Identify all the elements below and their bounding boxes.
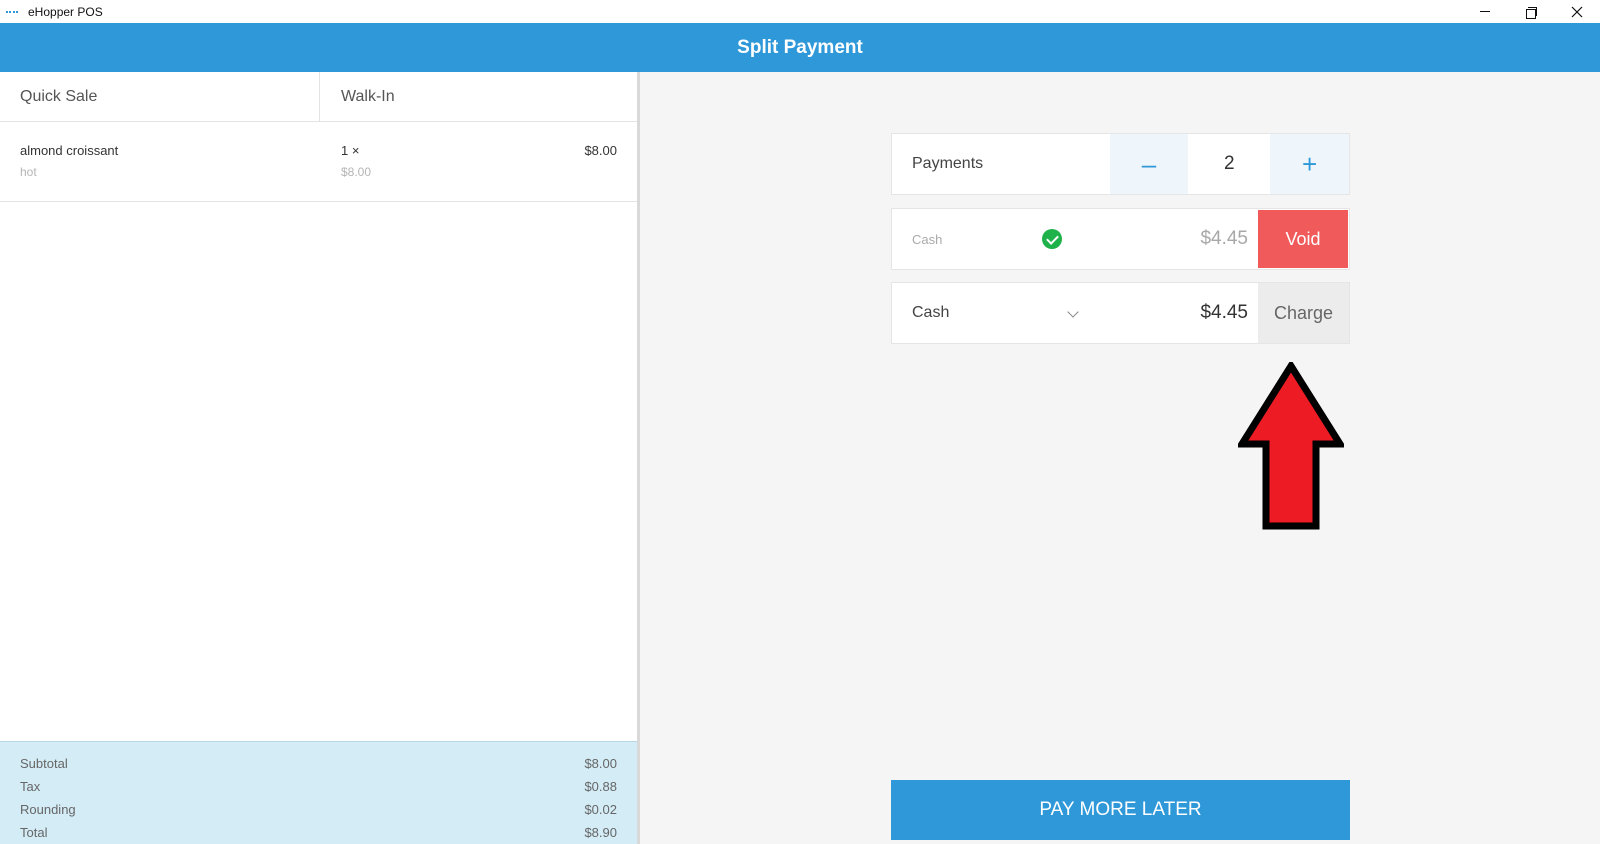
rounding-row: Rounding $0.02 [20,802,617,825]
close-button[interactable] [1554,0,1600,23]
page-title: Split Payment [737,36,863,58]
restore-icon [1526,6,1537,19]
minus-icon: – [1141,148,1157,179]
window-title: eHopper POS [28,4,103,19]
total-row: Total $8.90 [20,825,617,844]
minimize-icon [1480,11,1490,12]
payment-method-value: Cash [912,304,950,321]
subtotal-row: Subtotal $8.00 [20,756,617,779]
total-label: Total [20,825,48,840]
tax-row: Tax $0.88 [20,779,617,802]
ticket-item[interactable]: almond croissant hot 1 × $8.00 $8.00 [0,122,637,202]
void-button[interactable]: Void [1258,210,1348,268]
subtotal-value: $8.00 [584,756,617,771]
payments-count-row: Payments – 2 + [891,133,1350,195]
restore-button[interactable] [1508,0,1554,23]
rounding-label: Rounding [20,802,76,817]
rounding-value: $0.02 [584,802,617,817]
payment-method-select[interactable]: Cash [892,283,1079,343]
item-quantity: 1 × [341,143,360,158]
paid-amount: $4.45 [1200,228,1248,249]
customer-name[interactable]: Walk-In [320,72,637,121]
charge-button[interactable]: Charge [1258,283,1349,343]
totals-section: Subtotal $8.00 Tax $0.88 Rounding $0.02 … [0,741,637,844]
subtotal-label: Subtotal [20,756,68,771]
window-titlebar: eHopper POS [0,0,1600,23]
decrease-payments-button[interactable]: – [1109,134,1189,194]
item-price: $8.00 [584,143,617,158]
item-unit-price: $8.00 [341,165,372,179]
customer-type[interactable]: Quick Sale [0,72,320,121]
payments-count: 2 [1188,134,1271,194]
ticket-panel: Quick Sale Walk-In almond croissant hot … [0,72,640,844]
close-icon [1571,6,1583,17]
item-name: almond croissant [20,143,119,158]
ticket-header: Quick Sale Walk-In [0,72,637,122]
paid-method-label: Cash [912,231,943,247]
chevron-down-icon [1067,306,1079,318]
item-modifier: hot [20,165,37,179]
payments-label: Payments [912,155,984,172]
minimize-button[interactable] [1462,0,1508,23]
check-circle-icon [1042,229,1062,249]
plus-icon: + [1301,148,1318,179]
window-controls [1462,0,1600,23]
payment-panel: Payments – 2 + Cash $4.45 Void Cash $4.4… [640,72,1600,844]
tax-label: Tax [20,779,41,794]
page-header: Split Payment [0,23,1600,72]
red-arrow-annotation [1238,362,1344,530]
increase-payments-button[interactable]: + [1270,134,1349,194]
app-icon [6,10,18,13]
tax-value: $0.88 [584,779,617,794]
pending-payment-row: Cash $4.45 Charge [891,282,1350,344]
charge-amount-field[interactable]: $4.45 [1077,283,1258,343]
paid-payment-row: Cash $4.45 Void [891,208,1350,270]
total-value: $8.90 [584,825,617,840]
pay-more-later-button[interactable]: PAY MORE LATER [891,780,1350,840]
